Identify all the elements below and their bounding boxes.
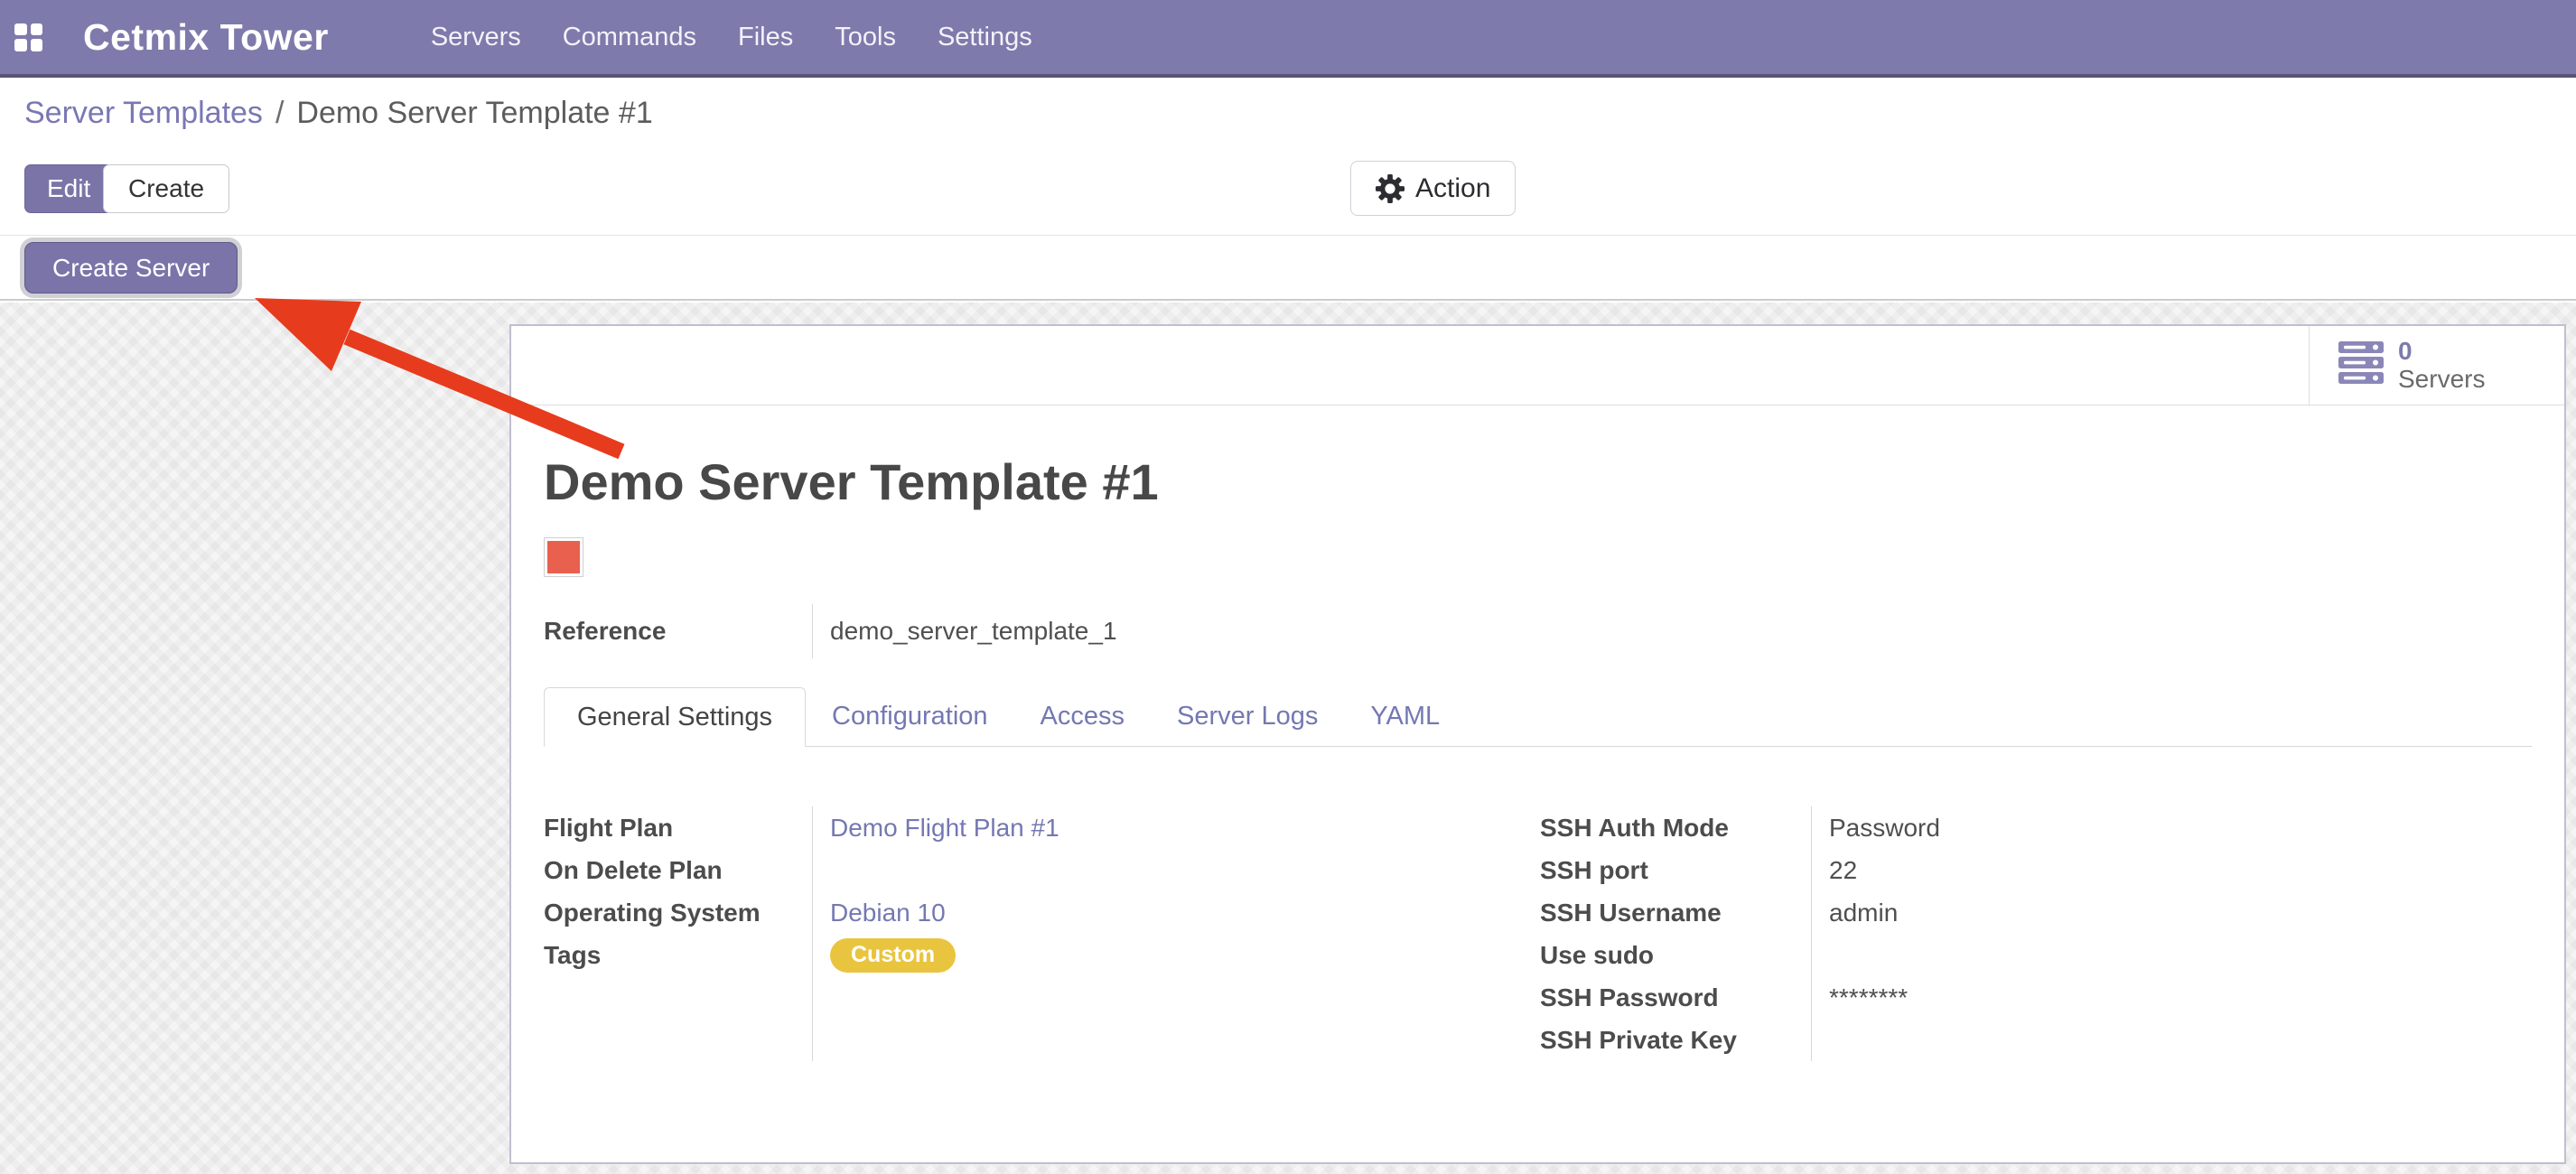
tab-server-logs[interactable]: Server Logs [1151,686,1344,746]
flight-plan-link[interactable]: Demo Flight Plan #1 [830,814,1059,843]
field-label-operating-system: Operating System [544,891,812,934]
field-value-ssh-port: 22 [1829,849,2532,891]
apps-grid-icon[interactable] [14,23,42,51]
menu-item-settings[interactable]: Settings [917,23,1053,52]
field-label-flight-plan: Flight Plan [544,806,812,849]
menu-item-commands[interactable]: Commands [542,23,717,52]
servers-stat-button[interactable]: 0 Servers [2309,326,2564,405]
card-body: Demo Server Template #1 Reference demo_s… [511,454,2564,1061]
action-button[interactable]: Action [1350,161,1516,216]
card-header: 0 Servers [511,326,2564,405]
fields-area: Flight Plan On Delete Plan Operating Sys… [544,806,2532,1061]
reference-field: Reference demo_server_template_1 [544,604,2532,658]
field-value-ssh-private-key [1829,1019,2532,1061]
menu-item-files[interactable]: Files [717,23,814,52]
field-label-ssh-auth-mode: SSH Auth Mode [1540,806,1811,849]
tab-yaml[interactable]: YAML [1344,686,1466,746]
create-button[interactable]: Create [103,164,229,213]
tab-configuration[interactable]: Configuration [806,686,1014,746]
menu-item-servers[interactable]: Servers [410,23,542,52]
field-label-ssh-password: SSH Password [1540,976,1811,1019]
color-swatch-fill [547,541,580,573]
field-label-use-sudo: Use sudo [1540,934,1811,976]
apps-grid-square [14,23,27,36]
operating-system-link[interactable]: Debian 10 [830,899,946,927]
field-value-ssh-username: admin [1829,891,2532,934]
main-menu: Servers Commands Files Tools Settings [410,23,1053,52]
edit-button[interactable]: Edit [24,164,113,213]
breadcrumb: Server Templates / Demo Server Template … [0,81,2576,144]
app-brand[interactable]: Cetmix Tower [83,16,329,59]
servers-icon [2338,341,2384,389]
field-label-reference: Reference [544,617,812,646]
color-swatch [544,537,583,577]
field-value-use-sudo [1829,934,2532,976]
content-background: 0 Servers Demo Server Template #1 Refere… [0,303,2576,1174]
breadcrumb-current: Demo Server Template #1 [296,96,652,131]
field-group-right: SSH Auth Mode SSH port SSH Username Use … [1540,806,2532,1061]
apps-grid-square [31,39,43,51]
field-value-ssh-password: ******** [1829,976,2532,1019]
highlight-bar: Create Server [0,237,2576,301]
field-group-left: Flight Plan On Delete Plan Operating Sys… [544,806,1540,1061]
field-label-ssh-private-key: SSH Private Key [1540,1019,1811,1061]
breadcrumb-separator: / [263,96,296,131]
apps-grid-square [14,39,27,51]
apps-grid-square [31,23,43,36]
servers-count: 0 [2398,338,2485,365]
form-toolbar: Edit Create Ac [0,144,2576,236]
field-label-ssh-port: SSH port [1540,849,1811,891]
action-button-label: Action [1415,173,1490,204]
tab-access[interactable]: Access [1014,686,1151,746]
servers-stat-label: Servers [2398,366,2485,393]
gear-icon [1376,174,1405,203]
breadcrumb-parent-link[interactable]: Server Templates [24,96,263,131]
field-label-ssh-username: SSH Username [1540,891,1811,934]
create-server-button[interactable]: Create Server [24,242,238,294]
tag-badge-custom: Custom [830,938,956,973]
field-label-tags: Tags [544,934,812,976]
tab-general-settings[interactable]: General Settings [544,687,806,747]
screen: Cetmix Tower Servers Commands Files Tool… [0,0,2576,1174]
menu-item-tools[interactable]: Tools [814,23,917,52]
field-label-on-delete-plan: On Delete Plan [544,849,812,891]
field-value-ssh-auth-mode: Password [1829,806,2532,849]
form-card: 0 Servers Demo Server Template #1 Refere… [509,324,2566,1164]
field-value-on-delete-plan [830,849,1540,891]
notebook-tabs: General Settings Configuration Access Se… [544,687,2532,747]
field-value-reference: demo_server_template_1 [830,617,2532,646]
record-title: Demo Server Template #1 [544,454,2532,510]
top-navbar: Cetmix Tower Servers Commands Files Tool… [0,0,2576,78]
